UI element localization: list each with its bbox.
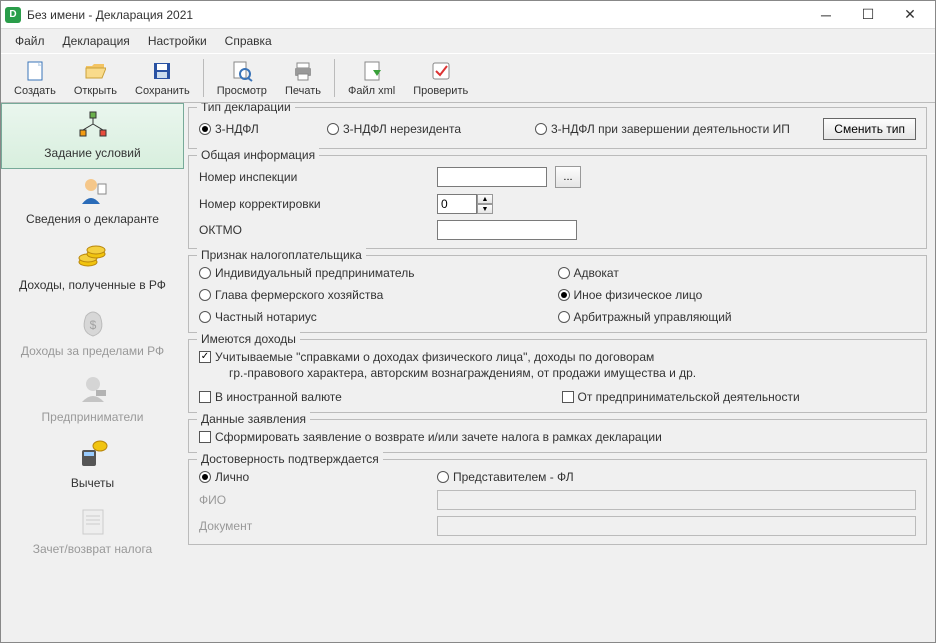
- check-cert-income[interactable]: Учитываемые "справками о доходах физичес…: [199, 350, 654, 364]
- check-icon: [429, 59, 453, 83]
- menu-settings[interactable]: Настройки: [140, 31, 215, 51]
- menu-file[interactable]: Файл: [7, 31, 53, 51]
- browse-inspection-button[interactable]: ...: [555, 166, 581, 188]
- sidebar-refund[interactable]: Зачет/возврат налога: [1, 499, 184, 565]
- menu-declaration[interactable]: Декларация: [55, 31, 138, 51]
- minimize-button[interactable]: ─: [805, 3, 847, 27]
- spin-down-button[interactable]: ▼: [477, 204, 493, 214]
- toolbar-create[interactable]: Создать: [5, 56, 65, 100]
- input-oktmo[interactable]: [437, 220, 577, 240]
- sidebar: Задание условий Сведения о декларанте До…: [1, 103, 184, 642]
- close-button[interactable]: ✕: [889, 3, 931, 27]
- group-taxpayer: Признак налогоплательщика Индивидуальный…: [188, 255, 927, 333]
- input-document: [437, 516, 916, 536]
- save-icon: [150, 59, 174, 83]
- label-oktmo: ОКТМО: [199, 223, 429, 237]
- xml-icon: [360, 59, 384, 83]
- entrepreneur-icon: [76, 372, 110, 406]
- toolbar-xml[interactable]: Файл xml: [339, 56, 404, 100]
- radio-notary[interactable]: Частный нотариус: [199, 310, 558, 324]
- radio-arbitr[interactable]: Арбитражный управляющий: [558, 310, 917, 324]
- body: Задание условий Сведения о декларанте До…: [1, 103, 935, 642]
- radio-other-person[interactable]: Иное физическое лицо: [558, 288, 917, 302]
- toolbar-separator: [203, 59, 204, 97]
- toolbar-separator: [334, 59, 335, 97]
- toolbar: Создать Открыть Сохранить Просмотр Печат…: [1, 53, 935, 103]
- check-form-statement[interactable]: Сформировать заявление о возврате и/или …: [199, 430, 662, 444]
- preview-icon: [230, 59, 254, 83]
- sidebar-conditions[interactable]: Задание условий: [1, 103, 184, 169]
- content: Тип декларации 3-НДФЛ 3-НДФЛ нерезидента…: [184, 103, 935, 642]
- radio-representative[interactable]: Представителем - ФЛ: [437, 470, 574, 484]
- coins-icon: [76, 240, 110, 274]
- window-controls: ─ ☐ ✕: [805, 3, 931, 27]
- label-fio: ФИО: [199, 493, 429, 507]
- maximize-button[interactable]: ☐: [847, 3, 889, 27]
- label-inspection: Номер инспекции: [199, 170, 429, 184]
- toolbar-open[interactable]: Открыть: [65, 56, 126, 100]
- change-type-button[interactable]: Сменить тип: [823, 118, 916, 140]
- toolbar-save[interactable]: Сохранить: [126, 56, 199, 100]
- new-file-icon: [23, 59, 47, 83]
- moneybag-icon: $: [76, 306, 110, 340]
- radio-dot-icon: [199, 123, 211, 135]
- sidebar-income-abroad[interactable]: $ Доходы за пределами РФ: [1, 301, 184, 367]
- spinner-correction: ▲ ▼: [437, 194, 493, 214]
- app-icon: D: [5, 7, 21, 23]
- radio-3ndfl-nonresident[interactable]: 3-НДФЛ нерезидента: [327, 122, 527, 136]
- window-title: Без имени - Декларация 2021: [27, 8, 805, 22]
- radio-ip[interactable]: Индивидуальный предприниматель: [199, 266, 558, 280]
- app-window: D Без имени - Декларация 2021 ─ ☐ ✕ Файл…: [0, 0, 936, 643]
- toolbar-check[interactable]: Проверить: [404, 56, 477, 100]
- conditions-icon: [76, 108, 110, 142]
- group-statement: Данные заявления Сформировать заявление …: [188, 419, 927, 453]
- check-business-income[interactable]: От предпринимательской деятельности: [562, 390, 917, 404]
- input-correction[interactable]: [437, 194, 477, 214]
- menubar: Файл Декларация Настройки Справка: [1, 29, 935, 53]
- sidebar-entrepreneurs[interactable]: Предприниматели: [1, 367, 184, 433]
- group-declaration-type: Тип декларации 3-НДФЛ 3-НДФЛ нерезидента…: [188, 107, 927, 149]
- sidebar-deductions[interactable]: Вычеты: [1, 433, 184, 499]
- radio-3ndfl[interactable]: 3-НДФЛ: [199, 122, 319, 136]
- sidebar-declarant[interactable]: Сведения о декларанте: [1, 169, 184, 235]
- toolbar-preview[interactable]: Просмотр: [208, 56, 276, 100]
- checkmark-icon: [199, 351, 211, 363]
- check-foreign-currency[interactable]: В иностранной валюте: [199, 390, 554, 404]
- radio-lawyer[interactable]: Адвокат: [558, 266, 917, 280]
- group-income: Имеются доходы Учитываемые "справками о …: [188, 339, 927, 413]
- person-icon: [76, 174, 110, 208]
- toolbar-print[interactable]: Печать: [276, 56, 330, 100]
- menu-help[interactable]: Справка: [217, 31, 280, 51]
- label-correction: Номер корректировки: [199, 197, 429, 211]
- print-icon: [291, 59, 315, 83]
- titlebar: D Без имени - Декларация 2021 ─ ☐ ✕: [1, 1, 935, 29]
- deductions-icon: [76, 438, 110, 472]
- svg-text:$: $: [89, 318, 96, 332]
- input-fio: [437, 490, 916, 510]
- spin-up-button[interactable]: ▲: [477, 194, 493, 204]
- radio-self[interactable]: Лично: [199, 470, 429, 484]
- group-general-info: Общая информация Номер инспекции ... Ном…: [188, 155, 927, 249]
- radio-3ndfl-ip[interactable]: 3-НДФЛ при завершении деятельности ИП: [535, 122, 815, 136]
- folder-open-icon: [83, 59, 107, 83]
- group-reliability: Достоверность подтверждается Лично Предс…: [188, 459, 927, 545]
- cert-income-note: гр.-правового характера, авторским возна…: [229, 366, 916, 380]
- sidebar-income-rf[interactable]: Доходы, полученные в РФ: [1, 235, 184, 301]
- refund-icon: [76, 504, 110, 538]
- radio-farmer[interactable]: Глава фермерского хозяйства: [199, 288, 558, 302]
- input-inspection[interactable]: [437, 167, 547, 187]
- label-document: Документ: [199, 519, 429, 533]
